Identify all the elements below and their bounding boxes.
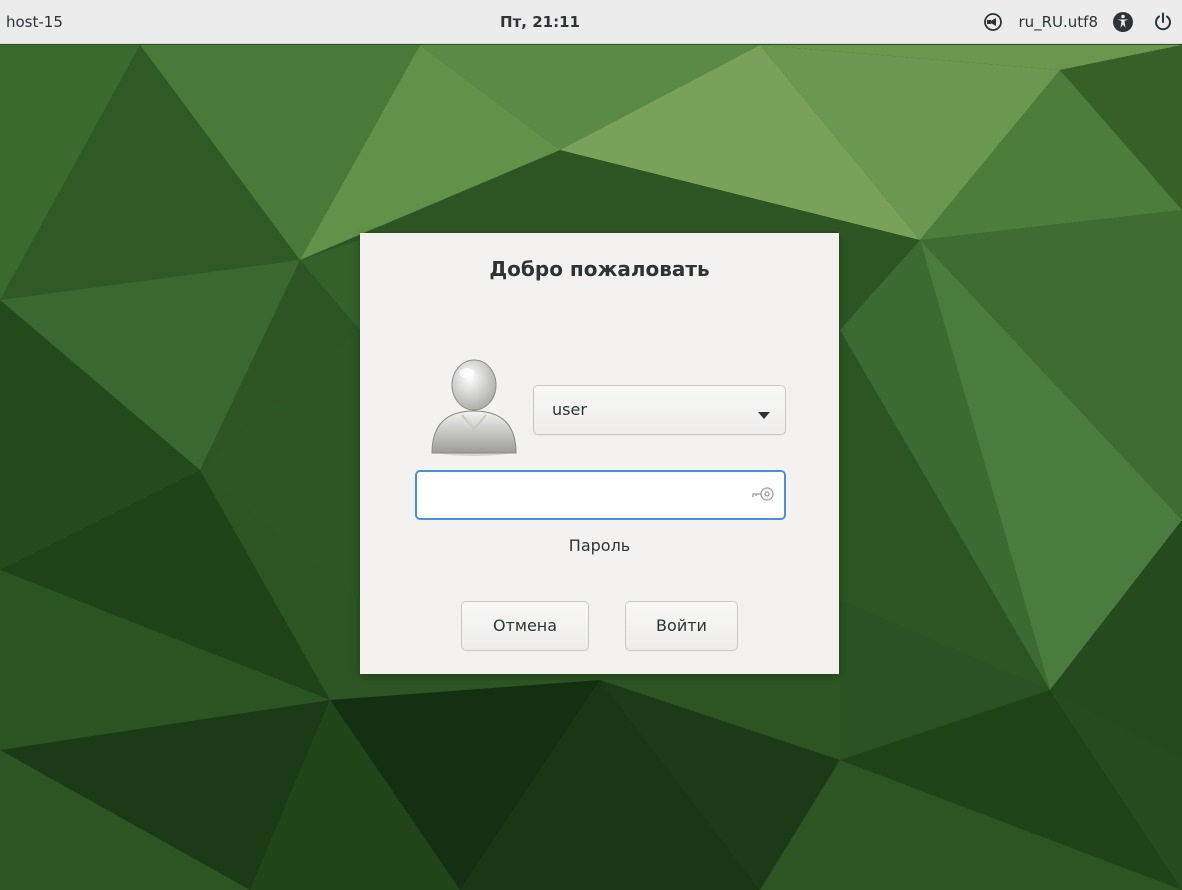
password-input[interactable] bbox=[427, 472, 741, 520]
password-field[interactable] bbox=[415, 470, 786, 520]
top-bar: host-15 Пт, 21:11 ru_RU.utf8 bbox=[0, 0, 1182, 44]
clock[interactable]: Пт, 21:11 bbox=[420, 0, 660, 44]
user-select-dropdown[interactable]: user bbox=[533, 385, 786, 435]
key-icon bbox=[752, 486, 774, 506]
cancel-button[interactable]: Отмена bbox=[461, 601, 589, 651]
power-icon[interactable] bbox=[1152, 11, 1174, 33]
accessibility-icon[interactable] bbox=[1112, 11, 1134, 33]
session-icon[interactable] bbox=[982, 11, 1004, 33]
dropdown-arrow-icon bbox=[757, 405, 771, 424]
hostname-label: host-15 bbox=[6, 13, 63, 31]
dialog-title: Добро пожаловать bbox=[489, 257, 710, 281]
user-avatar-icon bbox=[426, 353, 522, 457]
selected-user: user bbox=[552, 400, 587, 419]
locale-selector[interactable]: ru_RU.utf8 bbox=[1018, 13, 1098, 31]
login-button[interactable]: Войти bbox=[625, 601, 738, 651]
login-dialog: Добро пожаловать user Пароль Отмена Войт… bbox=[360, 233, 839, 674]
password-label: Пароль bbox=[568, 536, 631, 555]
system-tray: ru_RU.utf8 bbox=[982, 0, 1174, 44]
